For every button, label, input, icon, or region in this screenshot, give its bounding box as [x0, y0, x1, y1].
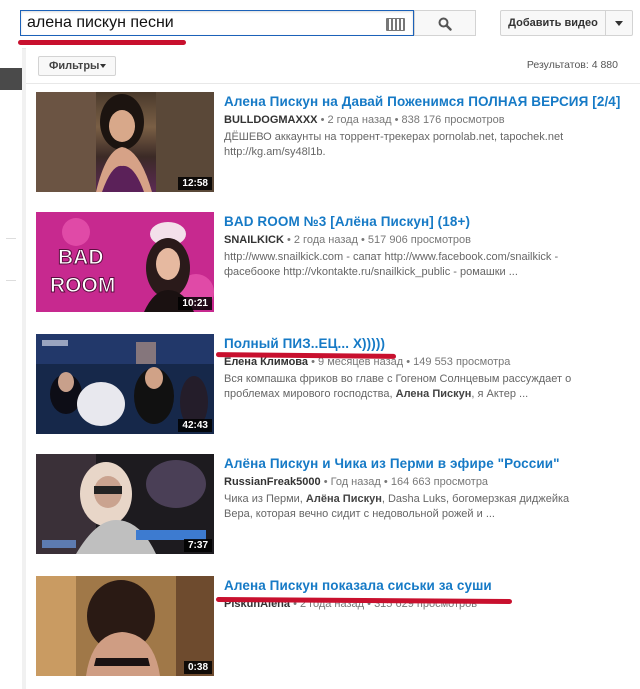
video-thumbnail[interactable]: 12:58: [36, 92, 214, 192]
search-input[interactable]: [27, 13, 377, 33]
video-description: Чика из Перми, Алёна Пискун, Dasha Luks,…: [224, 492, 614, 522]
video-title[interactable]: BAD ROOM №3 [Алёна Пискун] (18+): [224, 214, 470, 229]
video-title[interactable]: Алёна Пискун и Чика из Перми в эфире "Ро…: [224, 456, 560, 471]
results-count: Результатов: 4 880: [526, 59, 618, 71]
video-duration: 0:38: [183, 661, 212, 674]
highlighted-term: Алена Пискун: [395, 388, 472, 400]
video-age: 2 года назад: [327, 114, 392, 126]
description-text: , я Актер ...: [471, 388, 529, 400]
video-result[interactable]: 0:38 Алена Пискун показала сиськи за суш…: [36, 576, 626, 676]
description-line: ДЁШЕВО аккаунты на торрент-трекерах porn…: [224, 131, 564, 143]
annotation-underline-search: [18, 40, 186, 45]
video-title[interactable]: Алена Пискун на Давай Поженимся ПОЛНАЯ В…: [224, 94, 621, 109]
description-text: Чика из Перми,: [224, 493, 306, 505]
video-meta: RussianFreak5000 • Год назад • 164 663 п…: [224, 476, 488, 488]
video-result[interactable]: 12:58 Алена Пискун на Давай Поженимся ПО…: [36, 92, 626, 192]
description-line: Чика из Перми, Алёна Пискун, Dasha Luks,…: [224, 492, 614, 507]
video-thumbnail[interactable]: 42:43: [36, 334, 214, 434]
filters-label: Фильтры: [49, 60, 100, 72]
video-views: 164 663 просмотра: [390, 476, 489, 488]
svg-text:BAD: BAD: [58, 246, 104, 269]
search-button[interactable]: [414, 10, 476, 36]
description-line: фасебооке http://vkontakte.ru/snailkick_…: [224, 266, 518, 278]
video-duration: 7:37: [183, 539, 212, 552]
description-line: Вера, которая вечно сидит с недовольной …: [224, 508, 495, 520]
description-line: проблемах мирового господства, Алена Пис…: [224, 387, 614, 402]
video-description: http://www.snailkick.com - сапат http://…: [224, 250, 614, 280]
search-icon: [438, 17, 452, 31]
channel-link[interactable]: BULLDOGMAXXX: [224, 114, 318, 126]
video-thumbnail[interactable]: BAD ROOM 10:21: [36, 212, 214, 312]
results-panel: Фильтры Результатов: 4 880 12:58 Алена П…: [26, 48, 640, 689]
video-duration: 42:43: [178, 419, 212, 432]
video-description: Вся компашка фриков во главе с Гогеном С…: [224, 372, 614, 402]
video-thumbnail[interactable]: 7:37: [36, 454, 214, 554]
video-duration: 12:58: [178, 177, 212, 190]
video-views: 517 906 просмотров: [367, 234, 471, 246]
guide-button[interactable]: [0, 68, 22, 90]
description-line: http://www.snailkick.com - сапат http://…: [224, 251, 559, 263]
keyboard-icon[interactable]: [386, 18, 405, 31]
description-text: , Dasha Luks, богомерзкая диджейка: [381, 493, 570, 505]
channel-link[interactable]: RussianFreak5000: [224, 476, 321, 488]
video-age: 2 года назад: [293, 234, 358, 246]
divider: [26, 83, 640, 84]
chevron-down-icon: [615, 21, 623, 26]
video-result[interactable]: BAD ROOM 10:21 BAD ROOM №3 [Алёна Пискун…: [36, 212, 626, 312]
description-text: проблемах мирового господства,: [224, 388, 396, 400]
video-meta: BULLDOGMAXXX • 2 года назад • 838 176 пр…: [224, 114, 505, 126]
video-title[interactable]: Алена Пискун показала сиськи за суши: [224, 578, 492, 593]
meta-separator: •: [361, 234, 368, 246]
svg-text:ROOM: ROOM: [50, 274, 115, 297]
filters-button[interactable]: Фильтры: [38, 56, 116, 76]
video-duration: 10:21: [178, 297, 212, 310]
channel-link[interactable]: SNAILKICK: [224, 234, 284, 246]
search-box[interactable]: [20, 10, 414, 36]
meta-separator: •: [286, 234, 294, 246]
divider: [6, 238, 16, 239]
video-result[interactable]: 42:43 Полный ПИЗ..ЕЦ... X))))) Елена Кли…: [36, 334, 626, 434]
video-thumbnail[interactable]: 0:38: [36, 576, 214, 676]
video-description: ДЁШЕВО аккаунты на торрент-трекерах porn…: [224, 130, 614, 160]
highlighted-term: Алёна Пискун: [305, 493, 382, 505]
add-video-button[interactable]: Добавить видео: [500, 10, 606, 36]
meta-separator: •: [383, 476, 391, 488]
video-title[interactable]: Полный ПИЗ..ЕЦ... X))))): [224, 336, 385, 351]
video-views: 838 176 просмотров: [401, 114, 505, 126]
add-video-dropdown[interactable]: [605, 10, 633, 36]
video-result[interactable]: 7:37 Алёна Пискун и Чика из Перми в эфир…: [36, 454, 626, 554]
video-age: Год назад: [330, 476, 381, 488]
guide-rail: [0, 48, 22, 689]
divider: [6, 280, 16, 281]
description-line: Вся компашка фриков во главе с Гогеном С…: [224, 373, 572, 385]
meta-separator: •: [323, 476, 331, 488]
meta-separator: •: [394, 114, 402, 126]
video-meta: SNAILKICK • 2 года назад • 517 906 просм…: [224, 234, 471, 246]
chevron-down-icon: [100, 64, 106, 68]
video-views: 149 553 просмотра: [413, 356, 511, 368]
description-line: http://kg.am/sy48l1b.: [224, 146, 326, 158]
